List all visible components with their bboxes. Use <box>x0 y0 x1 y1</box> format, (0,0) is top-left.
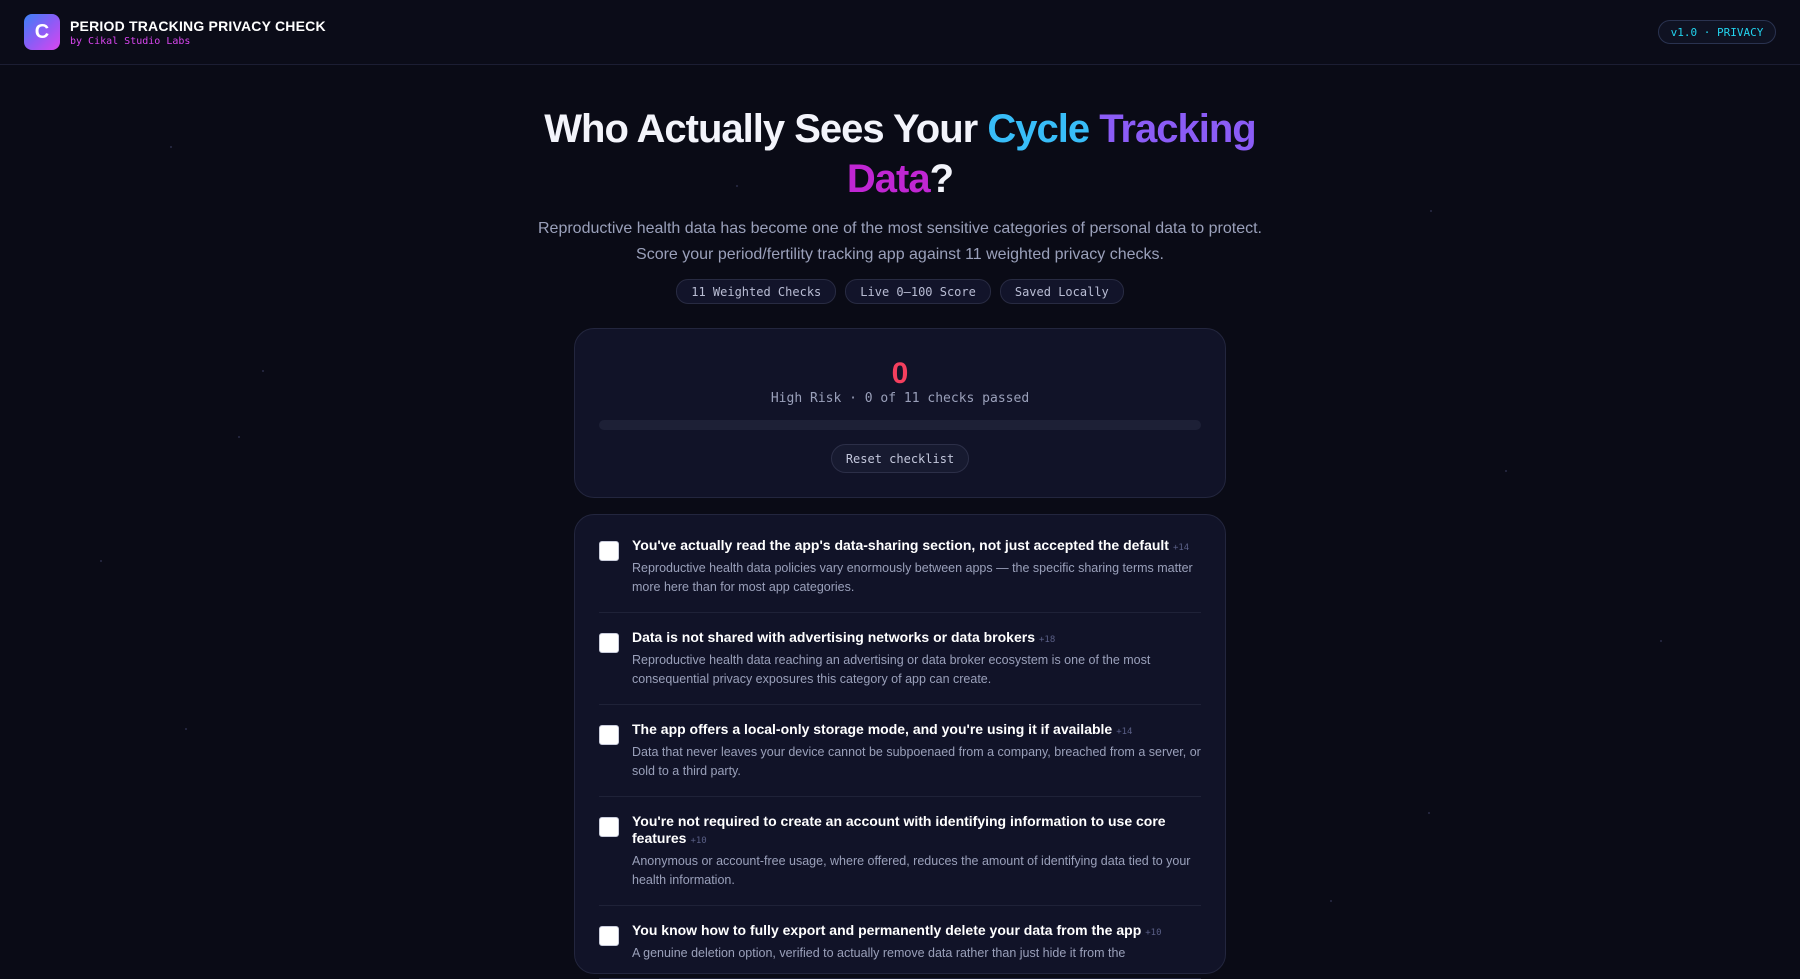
checklist-checkbox[interactable] <box>599 817 619 837</box>
privacy-checklist: You've actually read the app's data-shar… <box>574 514 1226 974</box>
app-title: PERIOD TRACKING PRIVACY CHECK <box>70 18 326 34</box>
checklist-item-desc: Reproductive health data policies vary e… <box>632 559 1201 597</box>
checklist-item[interactable]: You've actually read the app's data-shar… <box>599 537 1201 613</box>
checklist-checkbox[interactable] <box>599 725 619 745</box>
checklist-item-desc: Reproductive health data reaching an adv… <box>632 651 1201 689</box>
tag-live-score: Live 0–100 Score <box>845 279 991 304</box>
logo-letter: C <box>35 21 49 44</box>
score-value: 0 <box>575 357 1225 391</box>
checklist-checkbox[interactable] <box>599 541 619 561</box>
checklist-item-weight: +10 <box>690 836 706 846</box>
score-progress-bar <box>599 420 1201 430</box>
checklist-item-title: You're not required to create an account… <box>632 813 1201 850</box>
version-badge: v1.0 · PRIVACY <box>1658 20 1776 44</box>
checklist-item-desc: Anonymous or account-free usage, where o… <box>632 852 1201 890</box>
hero-title-part1: Who Actually Sees Your <box>544 107 987 151</box>
checklist-item[interactable]: You know how to fully export and permane… <box>599 922 1201 979</box>
checklist-checkbox[interactable] <box>599 633 619 653</box>
reset-checklist-button[interactable]: Reset checklist <box>831 444 969 473</box>
checklist-item[interactable]: Data is not shared with advertising netw… <box>599 629 1201 705</box>
tag-weighted-checks: 11 Weighted Checks <box>676 279 836 304</box>
app-byline: by Cikal Studio Labs <box>70 36 190 47</box>
checklist-item-weight: +14 <box>1173 543 1189 553</box>
score-card: 0 High Risk · 0 of 11 checks passed Rese… <box>574 328 1226 498</box>
checklist-item-weight: +18 <box>1039 635 1055 645</box>
hero-title-end: ? <box>930 157 953 201</box>
tag-saved-locally: Saved Locally <box>1000 279 1124 304</box>
checklist-item-title: Data is not shared with advertising netw… <box>632 629 1201 649</box>
checklist-item-desc: Data that never leaves your device canno… <box>632 743 1201 781</box>
checklist-item-title: You've actually read the app's data-shar… <box>632 537 1201 557</box>
checklist-item-desc: A genuine deletion option, verified to a… <box>632 944 1201 963</box>
hero-title: Who Actually Sees Your Cycle Tracking Dat… <box>500 104 1300 204</box>
app-logo[interactable]: C <box>24 14 60 50</box>
checklist-item-weight: +10 <box>1145 928 1161 938</box>
checklist-item[interactable]: You're not required to create an account… <box>599 813 1201 906</box>
app-header: C PERIOD TRACKING PRIVACY CHECK by Cikal… <box>0 0 1800 65</box>
feature-tags: 11 Weighted Checks Live 0–100 Score Save… <box>0 279 1800 304</box>
checklist-item-weight: +14 <box>1116 727 1132 737</box>
hero-title-cycle: Cycle <box>987 107 1099 151</box>
checklist-checkbox[interactable] <box>599 926 619 946</box>
checklist-item[interactable]: The app offers a local-only storage mode… <box>599 721 1201 797</box>
checklist-item-title: The app offers a local-only storage mode… <box>632 721 1201 741</box>
score-status: High Risk · 0 of 11 checks passed <box>575 391 1225 406</box>
hero-subtitle: Reproductive health data has become one … <box>520 216 1280 268</box>
checklist-item-title: You know how to fully export and permane… <box>632 922 1201 942</box>
hero-title-tracking: Tracking <box>1099 107 1256 151</box>
hero-title-data: Data <box>847 157 930 201</box>
